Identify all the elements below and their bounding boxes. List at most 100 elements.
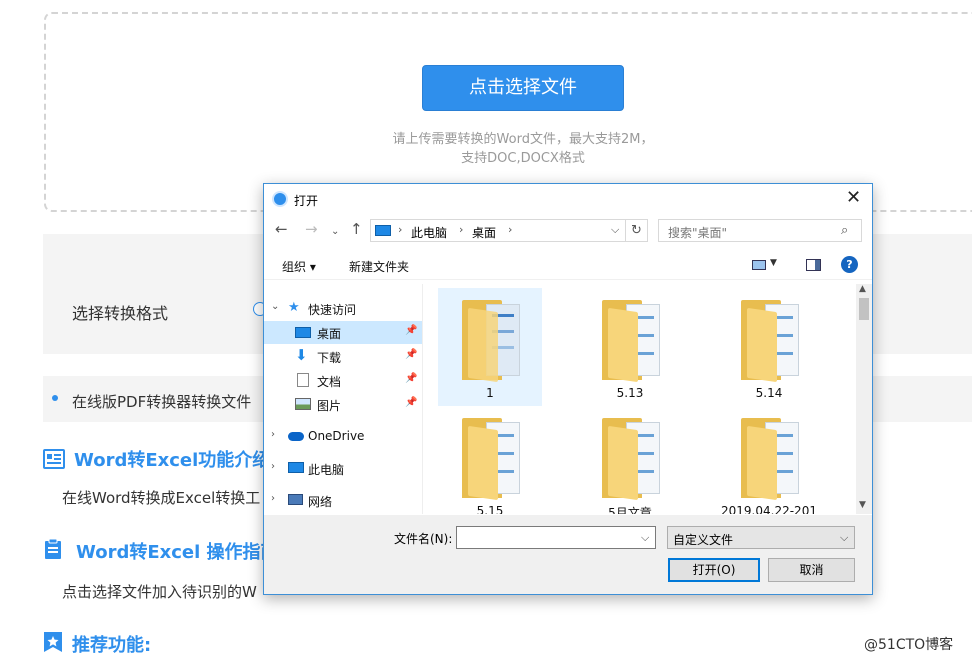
vertical-scrollbar[interactable]: ▲ ▼ <box>856 284 872 514</box>
computer-icon <box>288 462 304 473</box>
pin-icon[interactable]: 📌 <box>405 325 417 336</box>
upload-area[interactable] <box>44 12 972 212</box>
chevron-right-icon[interactable]: › <box>398 223 402 236</box>
file-name: 5月文章 <box>608 506 652 514</box>
folder-icon <box>462 300 520 383</box>
file-item[interactable]: 5.14 <box>717 288 821 406</box>
pin-icon[interactable]: 📌 <box>405 397 417 408</box>
folder-icon <box>602 300 660 383</box>
close-icon[interactable]: ✕ <box>846 188 861 208</box>
new-folder-button[interactable]: 新建文件夹 <box>349 258 409 275</box>
select-file-button[interactable]: 点击选择文件 <box>422 65 624 111</box>
file-open-dialog: 打开 ✕ ← → ⌄ ↑ › 此电脑 › 桌面 › ⌵ ↻ 搜索"桌面" ⌕ 组… <box>263 183 873 595</box>
dialog-footer: 文件名(N): ⌵ 自定义文件 ⌵ 打开(O) 取消 <box>264 515 872 594</box>
section-intro-text: 在线Word转换成Excel转换工 <box>62 489 261 507</box>
chevron-right-icon[interactable]: › <box>459 223 463 236</box>
file-name: 5.14 <box>755 386 783 400</box>
note-text: 在线版PDF转换器转换文件 <box>72 393 252 411</box>
dialog-toolbar: 组织 ▾ 新建文件夹 ▼ ? <box>264 250 872 280</box>
dialog-titlebar[interactable]: 打开 ✕ <box>264 184 872 214</box>
chevron-down-icon[interactable]: ▼ <box>770 258 777 268</box>
nav-item-network[interactable]: › 网络 <box>264 489 422 512</box>
download-icon: ⬇ <box>295 346 308 364</box>
pin-icon[interactable]: 📌 <box>405 373 417 384</box>
cloud-icon <box>288 432 304 441</box>
chevron-right-icon[interactable]: › <box>271 493 275 504</box>
file-item[interactable]: 2019.04.22-201 <box>717 406 821 514</box>
section-guide-text: 点击选择文件加入待识别的W <box>62 583 257 601</box>
chevron-down-icon[interactable]: ⌄ <box>271 301 279 312</box>
recent-chevron-icon[interactable]: ⌄ <box>331 223 339 241</box>
help-icon[interactable]: ? <box>841 256 858 273</box>
bullet-icon <box>52 395 58 401</box>
chevron-right-icon[interactable]: › <box>271 461 275 472</box>
organize-button[interactable]: 组织 ▾ <box>282 258 316 275</box>
scroll-up-icon[interactable]: ▲ <box>859 284 866 294</box>
pin-icon[interactable]: 📌 <box>405 349 417 360</box>
breadcrumb-this-pc[interactable]: 此电脑 <box>411 224 447 241</box>
recommend-icon <box>44 632 62 652</box>
watermark: @51CTO博客 <box>864 637 954 653</box>
forward-arrow-icon[interactable]: → <box>305 220 318 238</box>
nav-item-this-pc[interactable]: › 此电脑 <box>264 457 422 480</box>
format-label: 选择转换格式 <box>72 304 169 323</box>
nav-item-label: 图片 <box>317 399 342 413</box>
search-icon[interactable]: ⌕ <box>841 223 848 238</box>
nav-item-label: 桌面 <box>317 327 342 341</box>
breadcrumb-desktop[interactable]: 桌面 <box>472 224 496 241</box>
chevron-down-icon[interactable]: ⌵ <box>840 531 848 545</box>
file-item[interactable]: 5月文章 <box>578 406 682 514</box>
chevron-right-icon[interactable]: › <box>508 223 512 236</box>
folder-icon <box>741 300 799 383</box>
back-arrow-icon[interactable]: ← <box>275 220 288 238</box>
open-button[interactable]: 打开(O) <box>668 558 760 582</box>
nav-item-onedrive[interactable]: › OneDrive <box>264 425 422 448</box>
up-arrow-icon[interactable]: ↑ <box>350 220 363 238</box>
cancel-button[interactable]: 取消 <box>768 558 855 582</box>
address-bar[interactable]: › 此电脑 › 桌面 › ⌵ <box>370 219 648 242</box>
computer-icon <box>375 225 391 236</box>
navigation-bar: ← → ⌄ ↑ › 此电脑 › 桌面 › ⌵ ↻ 搜索"桌面" ⌕ <box>264 216 872 244</box>
nav-item-documents[interactable]: 文档 📌 <box>264 369 422 392</box>
guide-icon <box>45 538 61 559</box>
nav-item-downloads[interactable]: ⬇ 下载 📌 <box>264 345 422 368</box>
chevron-right-icon[interactable]: › <box>271 429 275 440</box>
pane-divider[interactable] <box>422 284 423 514</box>
filetype-value: 自定义文件 <box>673 533 734 547</box>
file-item[interactable]: 1 <box>438 288 542 406</box>
document-icon <box>297 373 309 387</box>
desktop-icon <box>295 327 311 338</box>
file-item[interactable]: 5.13 <box>578 288 682 406</box>
file-name: 5.15 <box>476 504 504 514</box>
filetype-select[interactable]: 自定义文件 ⌵ <box>667 526 855 549</box>
view-mode-icon[interactable] <box>752 260 766 270</box>
scroll-down-icon[interactable]: ▼ <box>859 500 866 510</box>
network-icon <box>288 494 303 505</box>
filename-input[interactable]: ⌵ <box>456 526 656 549</box>
section-guide-title: Word转Excel 操作指南 <box>76 542 279 563</box>
dialog-title: 打开 <box>294 194 319 208</box>
star-icon: ★ <box>288 300 300 315</box>
scroll-thumb[interactable] <box>859 298 869 320</box>
folder-icon <box>602 418 660 501</box>
nav-item-quick-access[interactable]: ⌄ ★ 快速访问 <box>264 297 422 320</box>
nav-item-label: 文档 <box>317 375 342 389</box>
file-item[interactable]: 5.15 <box>438 406 542 514</box>
nav-item-desktop[interactable]: 桌面 📌 <box>264 321 422 344</box>
intro-icon <box>43 449 65 469</box>
refresh-button[interactable]: ↻ <box>625 219 648 242</box>
folder-icon <box>462 418 520 501</box>
upload-format-hint: 支持DOC,DOCX格式 <box>461 151 585 166</box>
preview-pane-icon[interactable] <box>806 259 821 271</box>
search-input[interactable]: 搜索"桌面" ⌕ <box>658 219 862 242</box>
app-icon <box>272 191 288 207</box>
nav-item-pictures[interactable]: 图片 📌 <box>264 393 422 416</box>
chevron-down-icon[interactable]: ⌵ <box>611 223 619 237</box>
nav-item-label: OneDrive <box>308 429 365 443</box>
nav-item-label: 此电脑 <box>308 463 345 477</box>
chevron-down-icon[interactable]: ⌵ <box>641 531 649 545</box>
file-name: 5.13 <box>616 386 644 400</box>
file-list: 1 5.13 5.14 5.15 5月文章 2019.04.22-201 <box>424 284 856 514</box>
nav-item-label: 快速访问 <box>308 303 357 317</box>
picture-icon <box>295 398 311 410</box>
